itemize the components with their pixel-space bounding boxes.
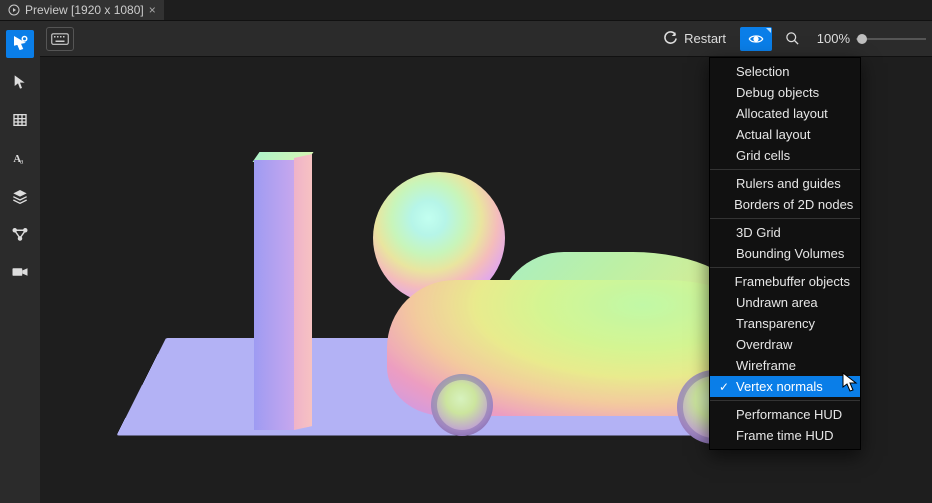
menu-item-label: Undrawn area bbox=[736, 295, 818, 310]
preview-tab[interactable]: Preview [1920 x 1080] × bbox=[0, 0, 164, 20]
visualize-dropdown-button[interactable] bbox=[740, 27, 772, 51]
svg-text:a: a bbox=[20, 156, 24, 165]
restart-button[interactable]: Restart bbox=[655, 27, 734, 51]
tool-camera[interactable] bbox=[6, 258, 34, 286]
menu-item-label: 3D Grid bbox=[736, 225, 781, 240]
preview-toolbar: Restart 100% bbox=[40, 21, 932, 57]
menu-item-selection[interactable]: ✓Selection bbox=[710, 61, 860, 82]
menu-item-label: Allocated layout bbox=[736, 106, 828, 121]
menu-item-label: Performance HUD bbox=[736, 407, 842, 422]
restart-icon bbox=[663, 31, 678, 46]
dropdown-corner-icon bbox=[766, 28, 771, 33]
menu-item-label: Overdraw bbox=[736, 337, 792, 352]
play-circle-icon bbox=[8, 4, 20, 16]
visualize-menu[interactable]: ✓Selection✓Debug objects✓Allocated layou… bbox=[709, 57, 861, 450]
tab-title: Preview [1920 x 1080] bbox=[25, 3, 144, 17]
close-icon[interactable]: × bbox=[149, 4, 156, 16]
scene-box bbox=[254, 154, 312, 432]
menu-item-label: Rulers and guides bbox=[736, 176, 841, 191]
menu-item-debug-objects[interactable]: ✓Debug objects bbox=[710, 82, 860, 103]
menu-item-rulers-and-guides[interactable]: ✓Rulers and guides bbox=[710, 173, 860, 194]
tool-layers[interactable] bbox=[6, 182, 34, 210]
menu-item-3d-grid[interactable]: ✓3D Grid bbox=[710, 222, 860, 243]
tool-grid-table[interactable] bbox=[6, 106, 34, 134]
restart-label: Restart bbox=[684, 31, 726, 46]
menu-item-label: Grid cells bbox=[736, 148, 790, 163]
tool-arrow-select[interactable] bbox=[6, 68, 34, 96]
keyboard-icon bbox=[51, 33, 69, 45]
menu-item-transparency[interactable]: ✓Transparency bbox=[710, 313, 860, 334]
menu-item-label: Frame time HUD bbox=[736, 428, 834, 443]
eye-icon bbox=[748, 30, 764, 48]
check-icon: ✓ bbox=[718, 380, 730, 394]
menu-item-label: Vertex normals bbox=[736, 379, 823, 394]
keyboard-button[interactable] bbox=[46, 27, 74, 51]
menu-item-borders-of-2d-nodes[interactable]: ✓Borders of 2D nodes bbox=[710, 194, 860, 215]
tool-text-format[interactable]: A a bbox=[6, 144, 34, 172]
tool-connections[interactable] bbox=[6, 220, 34, 248]
slider-thumb[interactable] bbox=[857, 34, 867, 44]
menu-item-label: Bounding Volumes bbox=[736, 246, 844, 261]
menu-item-framebuffer-objects[interactable]: ✓Framebuffer objects bbox=[710, 271, 860, 292]
menu-item-performance-hud[interactable]: ✓Performance HUD bbox=[710, 404, 860, 425]
menu-item-label: Transparency bbox=[736, 316, 815, 331]
menu-item-vertex-normals[interactable]: ✓ Vertex normals bbox=[710, 376, 860, 397]
menu-item-actual-layout[interactable]: ✓Actual layout bbox=[710, 124, 860, 145]
menu-item-bounding-volumes[interactable]: ✓Bounding Volumes bbox=[710, 243, 860, 264]
menu-item-label: Debug objects bbox=[736, 85, 819, 100]
menu-item-label: Selection bbox=[736, 64, 789, 79]
menu-item-label: Actual layout bbox=[736, 127, 810, 142]
menu-item-grid-cells[interactable]: ✓Grid cells bbox=[710, 145, 860, 166]
zoom-controls: 100% bbox=[778, 27, 926, 51]
menu-item-overdraw[interactable]: ✓Overdraw bbox=[710, 334, 860, 355]
zoom-button[interactable] bbox=[778, 27, 806, 51]
zoom-value: 100% bbox=[812, 31, 850, 46]
menu-item-wireframe[interactable]: ✓Wireframe bbox=[710, 355, 860, 376]
menu-item-allocated-layout[interactable]: ✓Allocated layout bbox=[710, 103, 860, 124]
menu-item-label: Borders of 2D nodes bbox=[734, 197, 853, 212]
tool-sidebar: A a bbox=[0, 21, 40, 503]
menu-item-label: Framebuffer objects bbox=[735, 274, 850, 289]
menu-item-label: Wireframe bbox=[736, 358, 796, 373]
magnifier-icon bbox=[785, 31, 800, 46]
menu-item-frame-time-hud[interactable]: ✓Frame time HUD bbox=[710, 425, 860, 446]
menu-item-undrawn-area[interactable]: ✓Undrawn area bbox=[710, 292, 860, 313]
tool-pointer-hand[interactable] bbox=[6, 30, 34, 58]
zoom-slider[interactable] bbox=[856, 27, 926, 51]
tab-bar: Preview [1920 x 1080] × bbox=[0, 0, 932, 21]
